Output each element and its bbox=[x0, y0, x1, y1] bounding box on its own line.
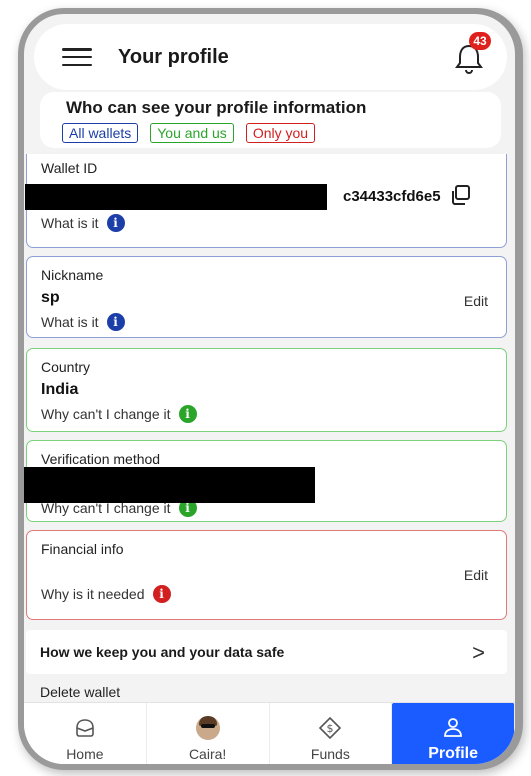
verification-card: Verification method Why can't I change i… bbox=[24, 440, 507, 522]
country-help[interactable]: Why can't I change it i bbox=[41, 405, 492, 423]
redaction-bar bbox=[24, 467, 315, 503]
home-icon bbox=[76, 718, 94, 737]
page-title: Your profile bbox=[118, 45, 229, 68]
country-card: Country India Why can't I change it i bbox=[26, 348, 507, 432]
delete-wallet-link[interactable]: Delete wallet bbox=[40, 684, 120, 700]
verification-label: Verification method bbox=[41, 451, 161, 467]
app-screen: Your profile 43 Who can see your profile… bbox=[24, 14, 515, 764]
visibility-legend: Who can see your profile information All… bbox=[40, 92, 501, 148]
info-icon[interactable]: i bbox=[178, 405, 197, 423]
caira-avatar-icon bbox=[195, 715, 220, 740]
svg-text:$: $ bbox=[327, 722, 334, 735]
menu-icon[interactable] bbox=[60, 45, 94, 69]
nickname-value: sp bbox=[41, 289, 60, 306]
financial-help[interactable]: Why is it needed i bbox=[41, 585, 492, 603]
nickname-help[interactable]: What is it i bbox=[41, 313, 492, 331]
nav-caira-label: Caira! bbox=[188, 745, 227, 762]
nav-profile-label: Profile bbox=[428, 744, 479, 762]
notifications-button[interactable]: 43 bbox=[449, 32, 491, 78]
financial-help-text: Why is it needed bbox=[41, 586, 145, 602]
wallet-id-value: c34433cfd6e5 bbox=[25, 184, 492, 210]
nav-funds-label: Funds bbox=[310, 745, 350, 762]
data-safety-label: How we keep you and your data safe bbox=[40, 644, 285, 660]
copy-icon[interactable] bbox=[450, 184, 472, 206]
nav-profile[interactable]: Profile bbox=[392, 703, 515, 764]
nav-home-label: Home bbox=[66, 745, 104, 762]
nav-caira[interactable]: Caira! bbox=[147, 703, 270, 764]
visibility-title: Who can see your profile information bbox=[66, 98, 367, 117]
visibility-only-you: Only you bbox=[245, 123, 316, 143]
redaction-bar bbox=[25, 184, 327, 210]
country-help-text: Why can't I change it bbox=[41, 406, 171, 422]
info-icon[interactable]: i bbox=[152, 585, 171, 603]
bottom-navigation: Home Caira! $ Funds Profile bbox=[24, 702, 515, 764]
phone-frame: Your profile 43 Who can see your profile… bbox=[18, 8, 523, 770]
info-icon[interactable]: i bbox=[106, 214, 125, 232]
wallet-id-text: c34433cfd6e5 bbox=[343, 187, 441, 205]
nav-home[interactable]: Home bbox=[24, 703, 147, 764]
nickname-help-text: What is it bbox=[41, 314, 99, 330]
country-value: India bbox=[41, 381, 79, 398]
notification-badge: 43 bbox=[469, 32, 491, 50]
data-safety-row[interactable]: How we keep you and your data safe > bbox=[26, 630, 507, 674]
nickname-label: Nickname bbox=[41, 267, 104, 283]
financial-info-card: Financial info Edit Why is it needed i bbox=[26, 530, 507, 620]
visibility-you-and-us: You and us bbox=[150, 123, 234, 143]
chevron-right-icon: > bbox=[472, 640, 485, 665]
info-icon[interactable]: i bbox=[106, 313, 125, 331]
country-label: Country bbox=[41, 359, 91, 375]
nav-funds[interactable]: $ Funds bbox=[270, 703, 393, 764]
wallet-id-card: Wallet ID c34433cfd6e5 What is it i bbox=[25, 154, 507, 248]
nickname-edit-button[interactable]: Edit bbox=[464, 293, 488, 309]
financial-info-label: Financial info bbox=[41, 541, 124, 557]
wallet-id-help-text: What is it bbox=[41, 215, 99, 231]
funds-icon: $ bbox=[319, 716, 342, 739]
nickname-card: Nickname sp Edit What is it i bbox=[26, 256, 507, 338]
visibility-all-wallets: All wallets bbox=[62, 123, 139, 143]
top-app-bar: Your profile 43 bbox=[34, 24, 507, 90]
wallet-id-help[interactable]: What is it i bbox=[41, 214, 492, 232]
wallet-id-label: Wallet ID bbox=[41, 160, 98, 176]
financial-edit-button[interactable]: Edit bbox=[464, 567, 488, 583]
profile-icon bbox=[444, 717, 463, 737]
